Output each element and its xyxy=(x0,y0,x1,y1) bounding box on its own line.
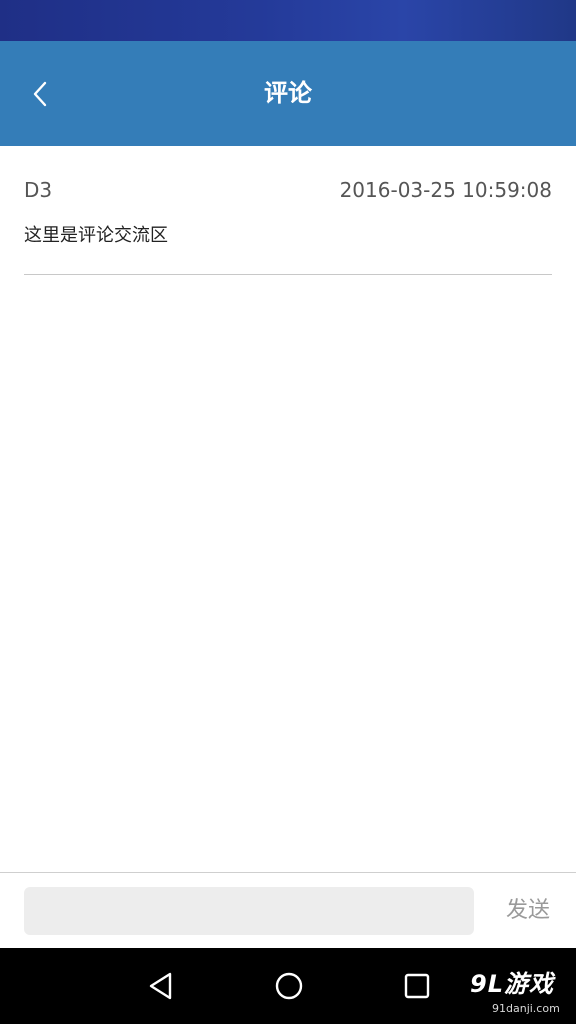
nav-recent-apps-button[interactable] xyxy=(397,966,437,1006)
comment-list: D3 2016-03-25 10:59:08 这里是评论交流区 xyxy=(0,146,576,872)
nav-home-button[interactable] xyxy=(269,966,309,1006)
comment-input-bar: 发送 xyxy=(0,872,576,948)
back-triangle-icon xyxy=(149,972,172,1000)
chevron-left-icon xyxy=(33,81,47,107)
status-bar xyxy=(0,0,576,41)
comment-text: 这里是评论交流区 xyxy=(24,225,168,246)
comment-author: D3 xyxy=(24,178,53,202)
system-nav-bar xyxy=(0,948,576,1024)
comment-input[interactable] xyxy=(24,887,474,935)
home-circle-icon xyxy=(275,972,303,1000)
page-title: 评论 xyxy=(264,79,312,107)
app-bar: 评论 xyxy=(0,41,576,146)
recent-apps-square-icon xyxy=(404,973,430,999)
back-button[interactable] xyxy=(24,78,58,110)
comment-item: D3 2016-03-25 10:59:08 这里是评论交流区 xyxy=(24,146,552,275)
send-button[interactable]: 发送 xyxy=(490,887,566,935)
nav-back-button[interactable] xyxy=(141,966,181,1006)
comment-timestamp: 2016-03-25 10:59:08 xyxy=(339,178,552,202)
